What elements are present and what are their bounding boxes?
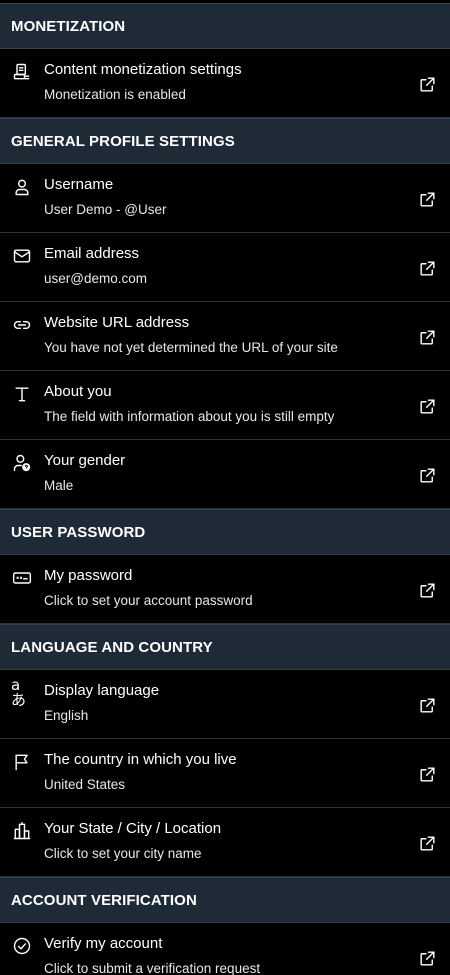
- language-icon: aあ: [11, 678, 33, 708]
- setting-row-display-language[interactable]: aあ Display language English: [0, 670, 450, 739]
- setting-row-website[interactable]: Website URL address You have not yet det…: [0, 302, 450, 371]
- setting-row-about[interactable]: About you The field with information abo…: [0, 371, 450, 440]
- settings-page: MONETIZATION Content monetization settin…: [0, 0, 450, 975]
- user-icon: [11, 176, 33, 198]
- external-link-icon[interactable]: [416, 947, 438, 969]
- external-link-icon[interactable]: [416, 395, 438, 417]
- mail-icon: [11, 245, 33, 267]
- setting-row-gender[interactable]: Your gender Male: [0, 440, 450, 509]
- setting-title: Your State / City / Location: [44, 820, 222, 837]
- setting-title: About you: [44, 383, 112, 400]
- external-link-icon[interactable]: [416, 763, 438, 785]
- external-link-icon[interactable]: [416, 257, 438, 279]
- external-link-icon[interactable]: [416, 188, 438, 210]
- setting-title: Your gender: [44, 452, 126, 469]
- setting-row-country[interactable]: The country in which you live United Sta…: [0, 739, 450, 808]
- external-link-icon[interactable]: [416, 464, 438, 486]
- section-title: LANGUAGE AND COUNTRY: [11, 638, 213, 656]
- external-link-icon[interactable]: [416, 694, 438, 716]
- section-header-language-country: LANGUAGE AND COUNTRY: [0, 624, 450, 670]
- setting-row-verify-account[interactable]: Verify my account Click to submit a veri…: [0, 923, 450, 975]
- setting-row-location[interactable]: Your State / City / Location Click to se…: [0, 808, 450, 877]
- external-link-icon[interactable]: [416, 579, 438, 601]
- setting-value: You have not yet determined the URL of y…: [44, 340, 338, 355]
- setting-value: user@demo.com: [44, 271, 147, 286]
- setting-title: Username: [44, 176, 114, 193]
- setting-title: Website URL address: [44, 314, 190, 331]
- setting-row-content-monetization[interactable]: Content monetization settings Monetizati…: [0, 49, 450, 118]
- section-title: GENERAL PROFILE SETTINGS: [11, 132, 235, 150]
- password-icon: [11, 567, 33, 589]
- setting-value: United States: [44, 777, 126, 792]
- setting-row-username[interactable]: Username User Demo - @User: [0, 164, 450, 233]
- gender-icon: [11, 452, 33, 474]
- section-header-monetization: MONETIZATION: [0, 3, 450, 49]
- setting-title: My password: [44, 567, 133, 584]
- setting-value: Monetization is enabled: [44, 87, 186, 102]
- setting-value: Click to set your account password: [44, 593, 253, 608]
- external-link-icon[interactable]: [416, 73, 438, 95]
- setting-row-password[interactable]: My password Click to set your account pa…: [0, 555, 450, 624]
- language-glyph: aあ: [11, 676, 26, 709]
- setting-title: Content monetization settings: [44, 61, 242, 78]
- section-header-general-profile: GENERAL PROFILE SETTINGS: [0, 118, 450, 164]
- section-title: MONETIZATION: [11, 17, 126, 35]
- setting-value: Click to set your city name: [44, 846, 202, 861]
- section-header-user-password: USER PASSWORD: [0, 509, 450, 555]
- external-link-icon[interactable]: [416, 832, 438, 854]
- section-title: USER PASSWORD: [11, 523, 146, 541]
- link-icon: [11, 314, 33, 336]
- setting-title: Email address: [44, 245, 140, 262]
- setting-value: User Demo - @User: [44, 202, 167, 217]
- external-link-icon[interactable]: [416, 326, 438, 348]
- monetization-icon: [11, 61, 33, 83]
- section-header-account-verification: ACCOUNT VERIFICATION: [0, 877, 450, 923]
- setting-row-email[interactable]: Email address user@demo.com: [0, 233, 450, 302]
- flag-icon: [11, 751, 33, 773]
- setting-value: The field with information about you is …: [44, 409, 335, 424]
- setting-value: English: [44, 708, 89, 723]
- text-icon: [11, 383, 33, 405]
- setting-value: Male: [44, 478, 74, 493]
- setting-title: Display language: [44, 682, 160, 699]
- setting-title: Verify my account: [44, 935, 163, 952]
- building-icon: [11, 820, 33, 842]
- verify-icon: [11, 935, 33, 957]
- setting-title: The country in which you live: [44, 751, 237, 768]
- setting-value: Click to submit a verification request: [44, 961, 261, 975]
- section-title: ACCOUNT VERIFICATION: [11, 891, 197, 909]
